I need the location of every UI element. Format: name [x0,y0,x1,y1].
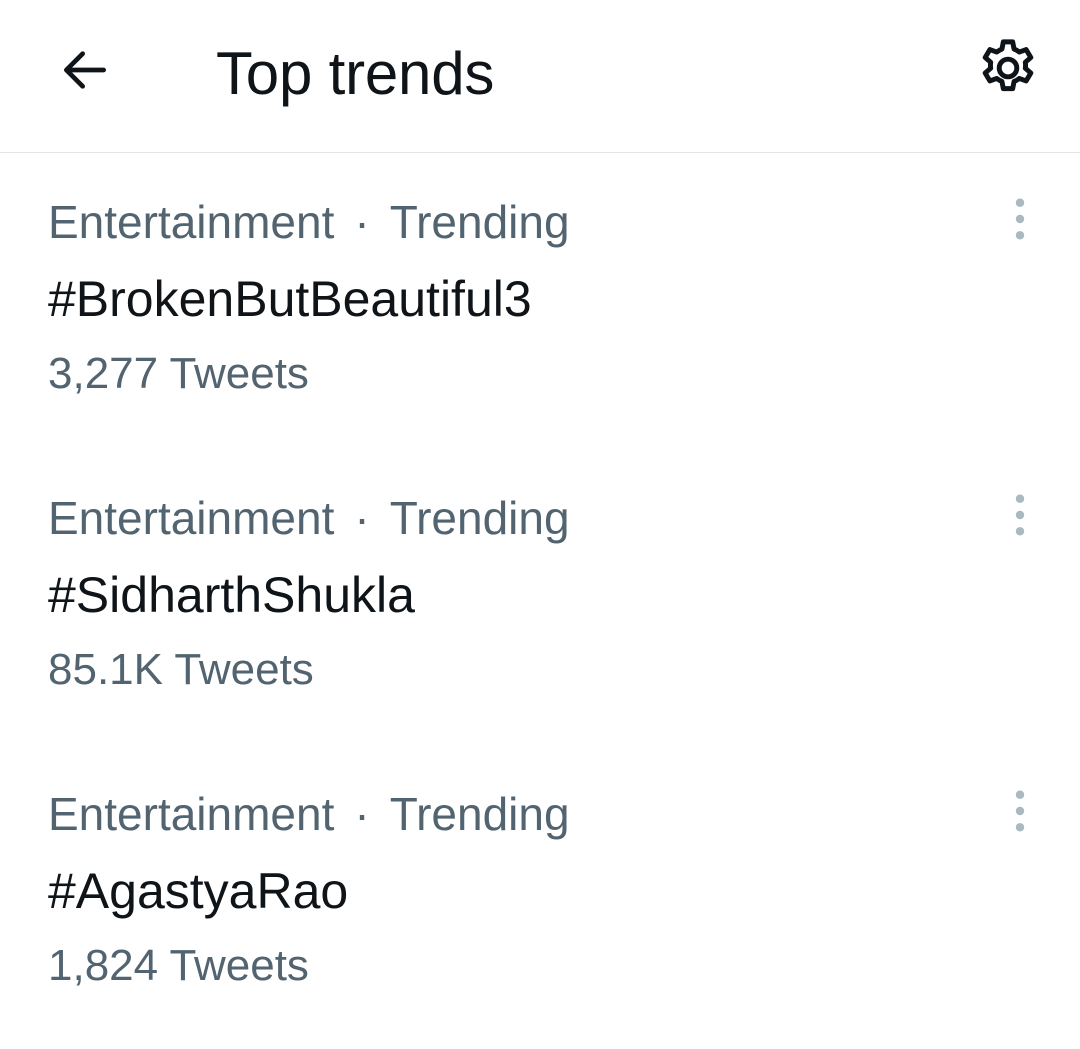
more-options-button[interactable] [996,785,1044,841]
trend-status: Trending [389,492,570,544]
trend-item[interactable]: Entertainment · Trending #BrokenButBeautif… [0,153,1080,449]
page-title: Top trends [216,40,495,107]
more-options-button[interactable] [996,489,1044,545]
more-vertical-icon [1012,788,1028,839]
trend-category: Entertainment [48,788,335,840]
trend-name[interactable]: #SidharthShukla [48,565,415,625]
top-bar: Top trends [0,0,1080,153]
arrow-left-icon [57,42,113,103]
trend-name[interactable]: #BrokenButBeautiful3 [48,269,532,329]
trend-list: Entertainment · Trending #BrokenButBeautif… [0,153,1080,1041]
trend-meta: Entertainment · Trending [48,491,570,545]
trend-tweet-count: 85.1K Tweets [48,645,314,694]
trend-item[interactable]: Entertainment · Trending #SidharthShukla 8… [0,449,1080,745]
trend-tweet-count: 3,277 Tweets [48,349,309,398]
more-options-button[interactable] [996,193,1044,249]
trend-status: Trending [389,196,570,248]
trend-name[interactable]: #AgastyaRao [48,861,348,921]
trend-category: Entertainment [48,492,335,544]
settings-button[interactable] [968,34,1048,106]
trend-category: Entertainment [48,196,335,248]
meta-separator: · [354,788,370,840]
trend-tweet-count: 1,824 Tweets [48,941,309,990]
trend-meta: Entertainment · Trending [48,787,570,841]
trend-status: Trending [389,788,570,840]
trend-meta: Entertainment · Trending [48,195,570,249]
meta-separator: · [354,492,370,544]
more-vertical-icon [1012,492,1028,543]
meta-separator: · [354,196,370,248]
gear-icon [975,35,1041,106]
more-vertical-icon [1012,196,1028,247]
back-button[interactable] [50,40,120,104]
trend-item[interactable]: Entertainment · Trending #AgastyaRao 1,824… [0,745,1080,1041]
